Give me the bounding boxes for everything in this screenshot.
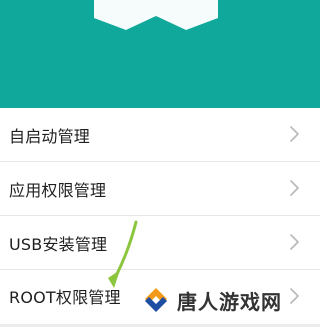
chevron-right-icon [290,126,299,142]
header-panel [0,0,320,108]
security-settings-screen: 自启动管理 应用权限管理 USB安装管理 ROOT权限管理 唐人游戏网 [0,0,320,327]
menu-item-app-permission-management[interactable]: 应用权限管理 [0,162,320,216]
menu-item-auto-start-management[interactable]: 自启动管理 [0,108,320,162]
chevron-right-icon [290,234,299,250]
settings-menu-list: 自启动管理 应用权限管理 USB安装管理 ROOT权限管理 [0,108,320,324]
menu-item-label: ROOT权限管理 [9,288,121,307]
menu-item-label: 自启动管理 [9,127,91,146]
chevron-right-icon [290,288,299,304]
chevron-right-icon [290,180,299,196]
ribbon-icon [94,0,218,30]
menu-item-label: 应用权限管理 [9,181,107,200]
menu-item-root-permission-management[interactable]: ROOT权限管理 [0,270,320,324]
menu-item-usb-install-management[interactable]: USB安装管理 [0,216,320,270]
menu-item-label: USB安装管理 [9,235,108,254]
